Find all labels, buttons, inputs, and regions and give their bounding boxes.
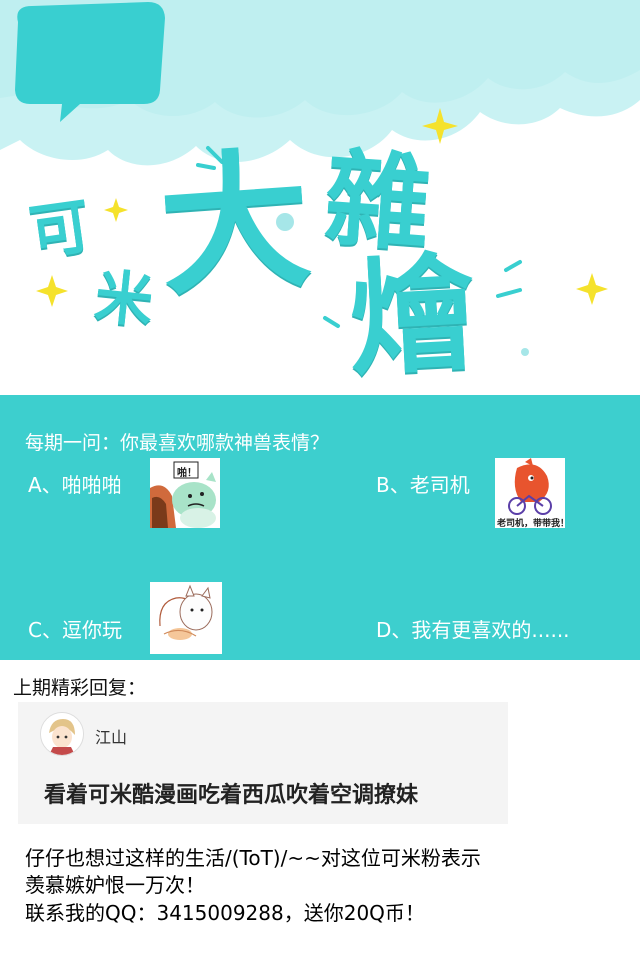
- question-text: 每期一问：你最喜欢哪款神兽表情？: [25, 432, 330, 454]
- sticker-b-text: 老司机，带带我！: [497, 519, 565, 528]
- sparkle-icon: [576, 273, 608, 305]
- sticker-papapa-image[interactable]: 啪！: [150, 458, 220, 528]
- header-banner: 可 米 大 雜 燴 28期: [0, 0, 640, 395]
- title-char: 大: [154, 132, 316, 318]
- sticker-a-text: 啪！: [177, 468, 197, 479]
- sparkle-icon: [36, 275, 68, 307]
- sticker-tease-image[interactable]: [150, 582, 222, 654]
- title-char: 米: [91, 262, 157, 336]
- comment-line: 仔仔也想过这样的生活/(ToT)/~~对这位可米粉表示: [25, 846, 481, 870]
- last-issue-title: 上期精彩回复：: [13, 677, 147, 699]
- option-b[interactable]: B、老司机: [376, 469, 470, 498]
- comment-line: 羡慕嫉妒恨一万次！: [25, 873, 205, 897]
- option-c[interactable]: C、逗你玩: [28, 614, 122, 643]
- title-char: 可: [25, 191, 95, 269]
- speech-bubble-icon: [15, 2, 165, 122]
- avatar[interactable]: [40, 712, 84, 756]
- sparkle-icon: [104, 198, 128, 222]
- reply-text: 看着可米酷漫画吃着西瓜吹着空调撩妹: [44, 783, 419, 808]
- reply-username[interactable]: 江山: [95, 724, 127, 748]
- title-char: 燴: [346, 241, 479, 394]
- title-char: 雜: [320, 137, 435, 267]
- option-d[interactable]: D、我有更喜欢的......: [376, 614, 570, 643]
- sticker-old-driver-image[interactable]: 老司机，带带我！: [495, 458, 565, 528]
- option-a[interactable]: A、啪啪啪: [28, 469, 122, 498]
- comment-line: 联系我的QQ：3415009288，送你20Q币！: [25, 901, 425, 925]
